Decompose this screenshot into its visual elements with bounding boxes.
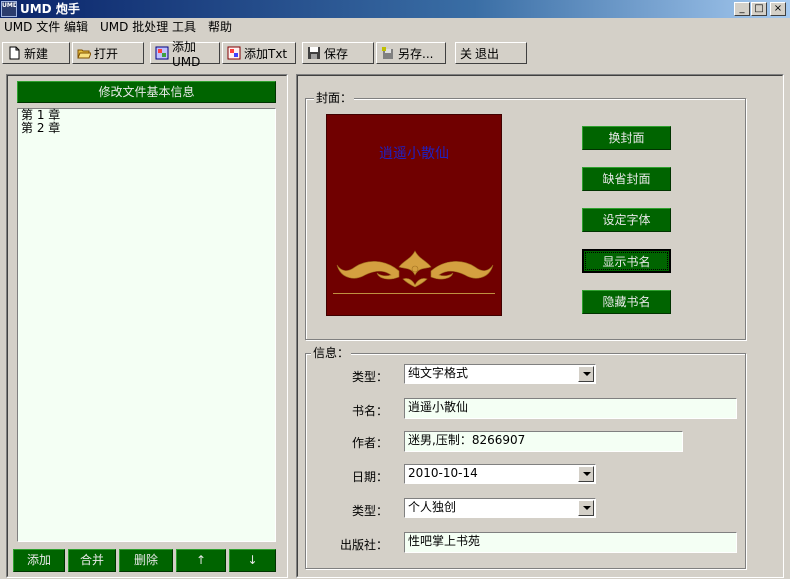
list-item[interactable]: 第 2 章	[18, 122, 275, 135]
save-disk-icon	[307, 46, 321, 60]
maximize-button[interactable]: □	[751, 2, 767, 16]
move-up-button[interactable]: ↑	[176, 549, 226, 572]
save-as-button-label: 另存...	[398, 46, 434, 61]
publisher-label: 出版社：	[339, 538, 388, 552]
chapter-list[interactable]: 第 1 章 第 2 章	[17, 108, 276, 542]
date-label: 日期：	[351, 470, 388, 484]
menu-edit[interactable]: 编辑	[64, 20, 88, 35]
open-button-label: 打开	[94, 46, 119, 61]
cover-divider	[333, 293, 495, 294]
new-file-icon	[7, 46, 21, 60]
add-txt-icon	[227, 46, 241, 60]
date-select[interactable]: 2010-10-14	[404, 464, 596, 484]
save-button[interactable]: 保存	[302, 42, 374, 64]
cover-title-text: 逍遥小散仙	[379, 146, 449, 162]
window-title: UMD 炮手	[20, 2, 80, 16]
book-name-field[interactable]: 逍遥小散仙	[404, 398, 737, 419]
toolbar: 新建 打开 添加UMD 添加Txt 保存 另存... 关 退出	[0, 40, 790, 69]
publisher-field[interactable]: 性吧掌上书苑	[404, 532, 737, 553]
chevron-down-icon[interactable]	[578, 500, 594, 516]
author-field[interactable]: 迷男,压制：8266907	[404, 431, 683, 452]
new-button[interactable]: 新建	[2, 42, 70, 64]
menu-bar: UMD 文件 编辑 UMD 批处理 工具 帮助	[0, 18, 790, 37]
close-button[interactable]: ×	[770, 2, 786, 16]
add-umd-button[interactable]: 添加UMD	[150, 40, 220, 69]
chevron-down-icon[interactable]	[578, 366, 594, 382]
date-value: 2010-10-14	[408, 466, 478, 480]
exit-button-label: 退出	[475, 46, 500, 61]
save-as-icon	[381, 46, 395, 60]
merge-chapter-button[interactable]: 合并	[68, 549, 116, 572]
change-cover-button[interactable]: 换封面	[582, 126, 671, 150]
new-button-label: 新建	[24, 46, 49, 61]
title-bar: UMD UMD 炮手 _ □ ×	[0, 0, 790, 18]
save-button-label: 保存	[324, 46, 349, 61]
move-down-button[interactable]: ↓	[229, 549, 276, 572]
add-txt-button[interactable]: 添加Txt	[222, 42, 296, 64]
add-chapter-button[interactable]: 添加	[13, 549, 65, 572]
minimize-button[interactable]: _	[734, 2, 750, 16]
add-umd-button-label: 添加UMD	[172, 39, 201, 69]
open-button[interactable]: 打开	[72, 42, 144, 64]
save-as-button[interactable]: 另存...	[376, 42, 446, 64]
author-label: 作者：	[351, 436, 388, 450]
book-name-label: 书名：	[351, 404, 388, 418]
format-type-value: 纯文字格式	[408, 366, 469, 380]
category-value: 个人独创	[408, 500, 457, 514]
cover-group-label: 封面：	[314, 91, 355, 105]
chevron-down-icon[interactable]	[578, 466, 594, 482]
menu-tools[interactable]: 工具	[172, 20, 196, 35]
cover-image: 逍遥小散仙	[326, 114, 502, 316]
menu-batch[interactable]: UMD 批处理	[100, 20, 168, 35]
default-cover-button[interactable]: 缺省封面	[582, 167, 671, 191]
add-umd-icon	[155, 46, 169, 60]
edit-file-info-button[interactable]: 修改文件基本信息	[17, 81, 276, 103]
open-folder-icon	[77, 46, 92, 60]
add-txt-button-label: 添加Txt	[244, 46, 288, 61]
category-select[interactable]: 个人独创	[404, 498, 596, 518]
app-icon: UMD	[1, 1, 17, 17]
exit-icon: 关	[460, 46, 473, 61]
delete-chapter-button[interactable]: 删除	[119, 549, 173, 572]
set-font-button[interactable]: 设定字体	[582, 208, 671, 232]
hide-title-button[interactable]: 隐藏书名	[582, 290, 671, 314]
exit-button[interactable]: 关 退出	[455, 42, 527, 64]
show-title-button[interactable]: 显示书名	[582, 249, 671, 273]
category-label: 类型：	[351, 504, 388, 518]
type-label: 类型：	[351, 370, 388, 384]
ornament-icon	[336, 250, 494, 288]
info-group-label: 信息：	[311, 346, 352, 360]
format-type-select[interactable]: 纯文字格式	[404, 364, 596, 384]
menu-help[interactable]: 帮助	[208, 20, 232, 35]
menu-file[interactable]: UMD 文件	[4, 20, 60, 35]
